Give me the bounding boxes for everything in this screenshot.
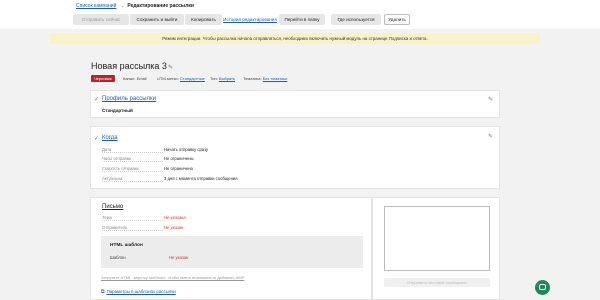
profile-value: Стандартный (102, 108, 133, 113)
upload-hint-link[interactable]: Загрузите HTML, вёрстку шаблона, чтобы и… (101, 275, 244, 280)
external-link-icon: ⧉ (101, 289, 105, 295)
breadcrumb-campaigns-link[interactable]: Список кампаний (76, 3, 116, 9)
integration-notice: Режим интеграции. Чтобы рассылка начала … (50, 33, 540, 44)
profile-section-title[interactable]: Профиль рассылки (102, 96, 156, 102)
params-link[interactable]: ⧉ Параметры в шаблонах рассылки (101, 289, 176, 295)
template-value: Не указан (169, 255, 189, 260)
html-template-box: HTML шаблон Шаблон Не указан (101, 236, 363, 268)
breadcrumb: Список кампаний → Редактирование рассылки (76, 3, 194, 9)
theme-label: Тематика: (243, 76, 262, 81)
theme-link[interactable]: Без тематики (263, 76, 288, 81)
pencil-icon[interactable]: ✎ (488, 96, 493, 103)
channel-value: Email (136, 76, 147, 81)
when-row-actual: Актуальна 3 дня с момента отправки сообще… (102, 176, 302, 183)
row-value: Не ограничена (164, 166, 193, 171)
template-title: HTML шаблон (110, 243, 143, 248)
where-used-button[interactable]: Где используется (331, 14, 381, 25)
go-to-folder-button[interactable]: Перейти в папку (279, 14, 325, 25)
chat-icon (539, 284, 546, 290)
when-row-hours: Часы отправки Не ограничены (102, 156, 302, 163)
check-icon: ✓ (94, 136, 100, 142)
page-title: Новая рассылка 3✎ (91, 61, 173, 71)
when-card: ✓ Когда ✎ Дата Начать отправку сразу Часы… (90, 126, 500, 189)
breadcrumb-current: Редактирование рассылки (127, 3, 194, 9)
save-exit-button[interactable]: Сохранить и выйти (130, 14, 184, 25)
chat-button[interactable] (535, 280, 550, 295)
top-bar: Список кампаний → Редактирование рассылки … (0, 0, 600, 29)
topic-link[interactable]: Выбрать (219, 76, 235, 81)
preview-card: Отправить тестовое сообщение (372, 197, 500, 300)
topic-meta: Тип: Выбрать (210, 76, 235, 81)
row-value: Начать отправку сразу (164, 147, 209, 152)
send-test-button[interactable]: Отправить тестовое сообщение (384, 278, 490, 287)
utm-meta: UTM-метки: Стандартные (157, 76, 205, 81)
breadcrumb-separator: → (119, 3, 125, 9)
row-key: Тема (102, 215, 163, 221)
utm-label: UTM-метки: (157, 76, 179, 81)
profile-card: ✓ Профиль рассылки ✎ Стандартный (90, 90, 500, 118)
delete-button[interactable]: Удалить (384, 14, 410, 25)
row-key: Дата (102, 147, 163, 153)
campaign-title: Новая рассылка 3 (91, 61, 167, 71)
letter-row-sender: Отправитель Не указан (102, 225, 302, 232)
letter-row-subject: Тема Не указана (102, 215, 302, 222)
row-value: 3 дня с момента отправки сообщения (164, 176, 238, 181)
row-key: Скорость отправки (102, 166, 163, 172)
template-key: Шаблон (110, 255, 126, 260)
row-key: Часы отправки (102, 156, 163, 162)
params-link-label: Параметры в шаблонах рассылки (106, 289, 176, 294)
row-value: Не указан (164, 225, 184, 230)
page: Список кампаний → Редактирование рассылки … (0, 0, 600, 300)
send-now-button[interactable]: Отправить сейчас (73, 14, 129, 25)
channel-meta: Канал: Email (123, 76, 147, 81)
history-link[interactable]: История редактирования (223, 14, 277, 25)
channel-label: Канал: (123, 76, 136, 81)
preview-frame (384, 206, 490, 271)
check-icon: ✓ (94, 97, 100, 103)
letter-section-title: Письмо (102, 204, 124, 210)
status-badge: Черновик (91, 75, 115, 82)
row-value: Не ограничены (164, 156, 194, 161)
pencil-icon[interactable]: ✎ (168, 65, 173, 71)
utm-link[interactable]: Стандартные (180, 76, 205, 81)
topic-label: Тип: (210, 76, 218, 81)
row-key: Отправитель (102, 225, 163, 231)
when-section-title[interactable]: Когда (102, 135, 118, 141)
copy-button[interactable]: Копировать (185, 14, 222, 25)
when-row-date: Дата Начать отправку сразу (102, 147, 302, 154)
pencil-icon[interactable]: ✎ (488, 133, 493, 140)
row-value: Не указана (164, 215, 186, 220)
row-key: Актуальна (102, 176, 163, 182)
theme-meta: Тематика: Без тематики (243, 76, 287, 81)
when-row-speed: Скорость отправки Не ограничена (102, 166, 302, 173)
